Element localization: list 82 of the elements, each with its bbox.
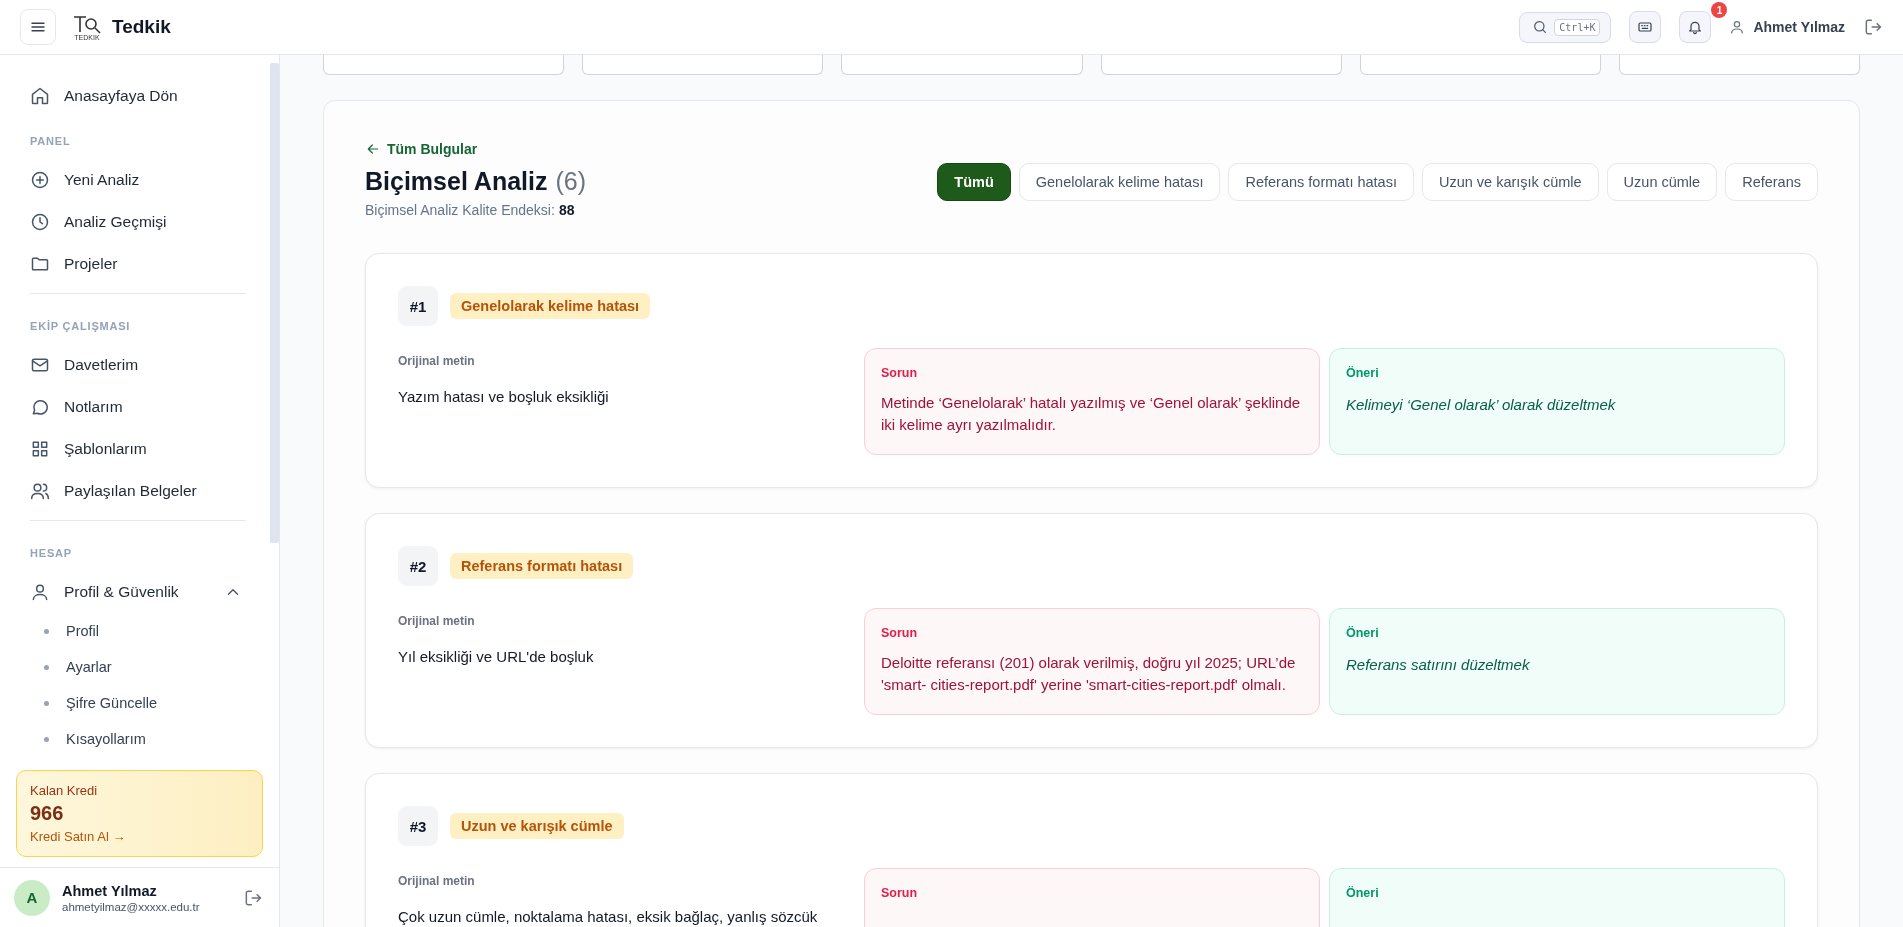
suggestion-label: Öneri <box>1346 366 1380 380</box>
filter-chip[interactable]: Referans <box>1725 163 1818 201</box>
bullet-icon <box>44 737 49 742</box>
avatar: A <box>14 879 50 916</box>
nav-item[interactable]: Analiz Geçmişi <box>24 201 242 243</box>
plus-circle-icon <box>30 170 50 190</box>
original-text: Çok uzun cümle, noktalama hatası, eksik bağlaç, yanlış sözcük <box>398 908 819 925</box>
suggestion-label: Öneri <box>1346 626 1380 640</box>
section-heading: HESAP <box>29 546 73 561</box>
nav-item[interactable]: Profil & Güvenlik <box>24 571 242 613</box>
finding-count: (6) <box>555 167 587 196</box>
nav-item[interactable]: Yeni Analiz <box>24 159 242 201</box>
filter-chip[interactable]: Genelolarak kelime hatası <box>1018 163 1221 201</box>
filter-chip[interactable]: Uzun ve karışık cümle <box>1421 163 1599 201</box>
user-name: Ahmet Yılmaz <box>62 882 158 899</box>
search-button[interactable]: Ctrl+K <box>1519 11 1612 43</box>
index-label: Biçimsel Analiz Kalite Endeksi: <box>365 202 555 218</box>
problem-text: Deloitte referansı (201) olarak verilmiş, doğru yıl 2025; URL’de 'smart- cities-report.pdf' yerine 'smart-cities-report.pdf' olmalı. <box>881 653 1297 695</box>
filter-chip[interactable]: Uzun cümle <box>1606 163 1718 201</box>
user-menu-button[interactable]: Ahmet Yılmaz <box>1729 19 1845 35</box>
section-heading: PANEL <box>29 134 72 149</box>
original-text: Yıl eksikliği ve URL'de boşluk <box>398 648 595 665</box>
bullet-icon <box>44 701 49 706</box>
section-heading: EKİP ÇALIŞMASI <box>29 319 132 334</box>
envelope-icon <box>30 355 50 375</box>
nav-item[interactable]: Şablonlarım <box>24 428 242 470</box>
bullet-icon <box>44 665 49 670</box>
nav-item[interactable]: Projeler <box>24 243 242 285</box>
finding-number: #2 <box>398 546 438 586</box>
suggestion-label: Öneri <box>1346 886 1380 900</box>
nav-subitem[interactable]: Ayarlar <box>24 649 204 685</box>
buy-credit-link[interactable]: Kredi Satın Al → <box>30 829 249 844</box>
keyboard-button[interactable] <box>1629 11 1662 43</box>
grid-icon <box>30 439 50 459</box>
credit-value: 966 <box>30 802 65 825</box>
clock-icon <box>30 212 50 232</box>
problem-label: Sorun <box>881 366 919 380</box>
users-icon <box>30 481 50 501</box>
category-tag: Uzun ve karışık cümle <box>450 813 624 839</box>
user-icon <box>30 582 50 602</box>
suggestion-text: Kelimeyi ‘Genel olarak’ olarak düzeltmek <box>1346 396 1617 413</box>
suggestion-text: Referans satırını düzeltmek <box>1346 656 1531 673</box>
bell-icon <box>1687 19 1704 35</box>
original-text: Yazım hatası ve boşluk eksikliği <box>398 388 610 405</box>
notification-badge: 1 <box>1711 2 1728 18</box>
page-title: Biçimsel Analiz <box>365 167 548 196</box>
menu-button[interactable] <box>20 9 56 45</box>
index-value: 88 <box>558 202 575 218</box>
app-title: Tedkik <box>112 16 171 38</box>
finding-number: #3 <box>398 806 438 846</box>
nav-item[interactable]: Notlarım <box>24 386 242 428</box>
nav-item[interactable]: Paylaşılan Belgeler <box>24 470 242 512</box>
filter-chip[interactable]: Tümü <box>937 163 1011 201</box>
logo-icon <box>72 13 102 34</box>
nav-subitem[interactable]: Kısayollarım <box>24 721 204 757</box>
chat-bubble-icon <box>30 397 50 417</box>
user-email: ahmetyilmaz@xxxxx.edu.tr <box>62 900 201 913</box>
keyboard-icon <box>1637 19 1654 35</box>
arrow-left-icon <box>365 141 381 157</box>
back-link[interactable]: Tüm Bulgular <box>365 141 587 157</box>
nav-subitem[interactable]: Şifre Güncelle <box>24 685 204 721</box>
user-icon <box>1729 19 1746 35</box>
field-label: Orijinal metin <box>398 354 476 368</box>
problem-label: Sorun <box>881 886 919 900</box>
problem-text: Metinde ‘Genelolarak’ hatalı yazılmış ve ‘Genel olarak’ şeklinde iki kelime ayrı yazılmalıdır. <box>881 393 1302 435</box>
nav-item[interactable]: Davetlerim <box>24 344 242 386</box>
finding-number: #1 <box>398 286 438 326</box>
filter-chip[interactable]: Referans formatı hatası <box>1228 163 1414 201</box>
bullet-icon <box>44 629 49 634</box>
category-tag: Referans formatı hatası <box>450 553 634 579</box>
field-label: Orijinal metin <box>398 874 476 888</box>
home-icon <box>30 86 50 106</box>
search-icon <box>1532 19 1549 35</box>
credit-label: Kalan Kredi <box>30 783 99 798</box>
category-tag: Genelolarak kelime hatası <box>450 293 651 319</box>
folder-icon <box>30 254 50 274</box>
notification-button[interactable] <box>1679 11 1712 43</box>
problem-label: Sorun <box>881 626 919 640</box>
nav-subitem[interactable]: Profil <box>24 613 204 649</box>
nav-item[interactable]: Anasayfaya Dön <box>24 75 242 117</box>
field-label: Orijinal metin <box>398 614 476 628</box>
logout-button[interactable] <box>1863 17 1883 37</box>
